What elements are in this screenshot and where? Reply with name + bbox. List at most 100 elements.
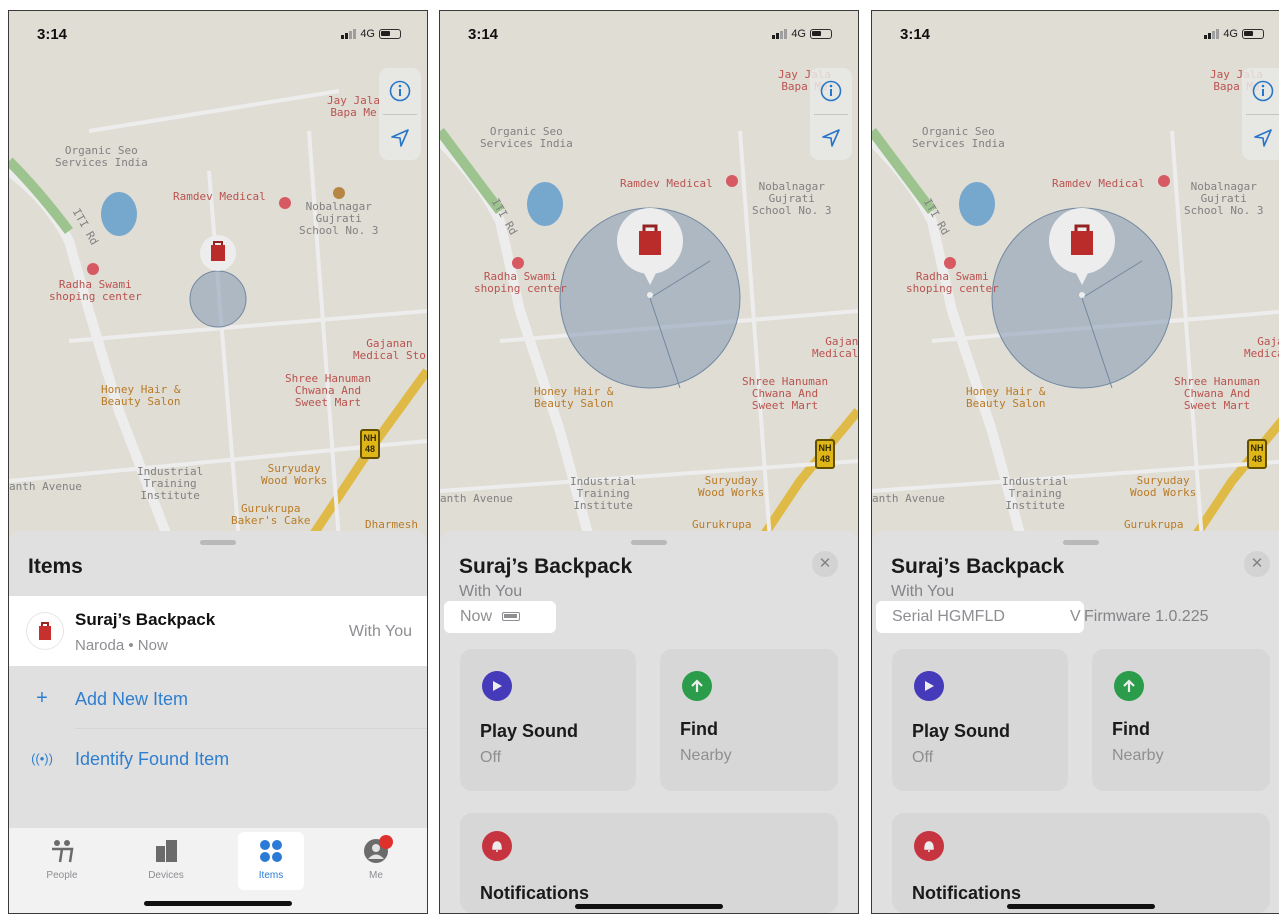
last-seen-time: Now (460, 608, 493, 625)
add-new-item-button[interactable]: + Add New Item (9, 669, 427, 729)
serial-number-pill: Serial HGMFLD V (876, 601, 1084, 633)
medical-poi-icon (1158, 175, 1170, 187)
school-poi-icon (333, 187, 345, 199)
items-icon (260, 840, 282, 862)
notifications-card[interactable]: Notifications (460, 813, 838, 913)
play-sound-card[interactable]: Play Sound Off (892, 649, 1068, 791)
map-controls (810, 68, 852, 160)
map-label-organic-seo: Organic Seo Services India (55, 144, 148, 169)
map-label-shree: Shree Hanuman Chwana And Sweet Mart (1174, 375, 1261, 412)
map-label-radha: Radha Swami shoping center (474, 270, 567, 295)
map-label-suryuday: Suryuday Wood Works (698, 474, 765, 499)
map-label-suryuday: Suryuday Wood Works (1130, 474, 1197, 499)
notification-badge (379, 835, 393, 849)
airtag-signal-icon: ((•)) (31, 751, 53, 766)
find-nearby-card[interactable]: Find Nearby (660, 649, 838, 791)
info-icon[interactable] (810, 68, 852, 114)
map-label-gajanan: Gajanan Medical Sto (1244, 335, 1279, 360)
network-label: 4G (791, 28, 806, 40)
map-view[interactable]: Organic Seo Services India Jay Jala Bapa… (440, 11, 858, 541)
home-indicator (1007, 904, 1155, 909)
close-icon[interactable]: ✕ (812, 551, 838, 577)
sheet-grabber[interactable] (631, 540, 667, 545)
map-label-jay-jalaram: Jay Jala Bapa Me (327, 94, 380, 119)
map-label-gajanan: Gajanan Medical Sto (812, 335, 858, 360)
map-label-suryuday: Suryuday Wood Works (261, 462, 328, 487)
shopping-poi-icon (944, 257, 956, 269)
info-icon[interactable] (1242, 68, 1279, 114)
tab-bar: People Devices Items Me (9, 828, 427, 913)
map-label-ramdev: Ramdev Medical (173, 190, 266, 203)
firmware-version: Firmware 1.0.225 (1084, 608, 1209, 625)
tab-people[interactable]: People (29, 832, 95, 890)
identify-found-item-button[interactable]: ((•)) Identify Found Item (9, 729, 427, 789)
item-detail-sheet: Suraj’s Backpack With You ✕ Play Sound O… (440, 531, 858, 913)
map-label-organic-seo: Organic Seo Services India (480, 125, 573, 150)
tab-me[interactable]: Me (343, 832, 409, 890)
battery-icon (810, 29, 832, 39)
sheet-grabber[interactable] (1063, 540, 1099, 545)
location-arrow-icon[interactable] (810, 115, 852, 161)
map-label-industrial: Industrial Training Institute (570, 475, 637, 512)
map-label-industrial: Industrial Training Institute (137, 465, 204, 502)
status-time: 3:14 (37, 26, 68, 43)
location-arrow-icon[interactable] (379, 115, 421, 161)
network-label: 4G (360, 28, 375, 40)
info-icon[interactable] (379, 68, 421, 114)
arrow-up-icon (1114, 671, 1144, 701)
sheet-grabber[interactable] (200, 540, 236, 545)
status-bar: 3:14 4G (9, 11, 427, 57)
status-bar: 3:14 4G (872, 11, 1279, 57)
map-label-organic-seo: Organic Seo Services India (912, 125, 1005, 150)
item-subtitle: With You (459, 583, 523, 600)
shopping-poi-icon (512, 257, 524, 269)
home-indicator (575, 904, 723, 909)
network-label: 4G (1223, 28, 1238, 40)
last-seen-pill: Now (444, 601, 556, 633)
signal-icon (1204, 29, 1220, 39)
medical-poi-icon (279, 197, 291, 209)
map-label-anth-avenue: anth Avenue (9, 480, 82, 493)
status-bar: 3:14 4G (440, 11, 858, 57)
close-icon[interactable]: ✕ (1244, 551, 1270, 577)
tab-items[interactable]: Items (238, 832, 304, 890)
map-label-anth-avenue: anth Avenue (872, 492, 945, 505)
location-arrow-icon[interactable] (1242, 115, 1279, 161)
backpack-location-pin[interactable] (614, 207, 686, 299)
identify-found-item-label: Identify Found Item (75, 749, 230, 769)
medical-poi-icon (726, 175, 738, 187)
map-label-ramdev: Ramdev Medical (620, 177, 713, 190)
map-view[interactable]: Organic Seo Services India Jay Jala Bapa… (9, 11, 427, 541)
map-view[interactable]: Organic Seo Services India Jay Jala Bapa… (872, 11, 1279, 541)
backpack-icon (27, 613, 63, 649)
status-time: 3:14 (468, 26, 499, 43)
map-label-radha: Radha Swami shoping center (49, 278, 142, 303)
phone-screen-item-serial: Organic Seo Services India Jay Jala Bapa… (871, 10, 1279, 914)
item-name: Suraj’s Backpack (75, 610, 216, 629)
map-label-honey: Honey Hair & Beauty Salon (101, 383, 181, 408)
tab-devices[interactable]: Devices (133, 832, 199, 890)
play-sound-card[interactable]: Play Sound Off (460, 649, 636, 791)
backpack-location-pin[interactable] (1046, 207, 1118, 299)
map-label-anth-avenue: anth Avenue (440, 492, 513, 505)
notifications-card[interactable]: Notifications (892, 813, 1270, 913)
map-label-nobalnagar: Nobalnagar Gujrati School No. 3 (1184, 180, 1264, 217)
phone-screen-item-detail: Organic Seo Services India Jay Jala Bapa… (439, 10, 859, 914)
sheet-title: Items (28, 555, 83, 578)
item-row-surajs-backpack[interactable]: Suraj’s Backpack Naroda • Now With You (9, 596, 427, 666)
map-label-honey: Honey Hair & Beauty Salon (534, 385, 614, 410)
map-label-radha: Radha Swami shoping center (906, 270, 999, 295)
arrow-up-icon (682, 671, 712, 701)
item-status: With You (348, 623, 412, 640)
item-detail-sheet: Suraj’s Backpack With You ✕ Firmware 1.0… (872, 531, 1279, 913)
backpack-location-pin[interactable] (187, 229, 251, 329)
add-new-item-label: Add New Item (75, 689, 189, 709)
map-label-nobalnagar: Nobalnagar Gujrati School No. 3 (752, 180, 832, 217)
find-nearby-card[interactable]: Find Nearby (1092, 649, 1270, 791)
play-icon (482, 671, 512, 701)
map-label-shree: Shree Hanuman Chwana And Sweet Mart (742, 375, 829, 412)
map-label-honey: Honey Hair & Beauty Salon (966, 385, 1046, 410)
nh48-shield: NH 48 (1247, 439, 1267, 469)
battery-icon (1242, 29, 1264, 39)
map-label-gajanan: Gajanan Medical Sto (353, 337, 426, 362)
